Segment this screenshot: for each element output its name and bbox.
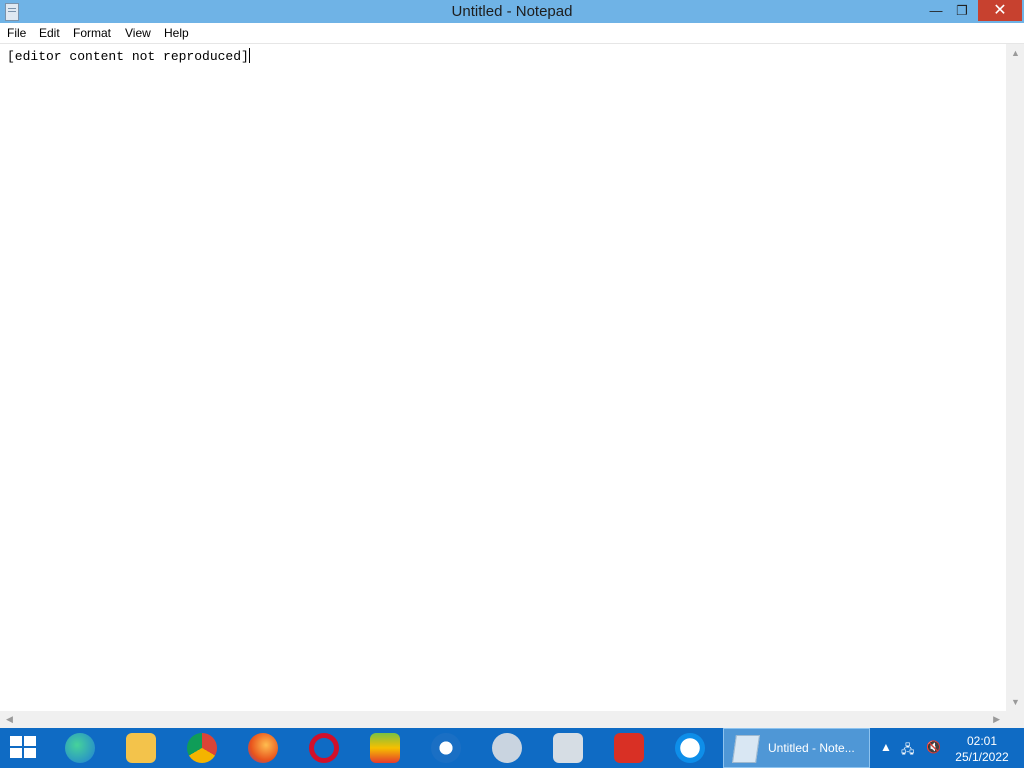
menu-bar: File Edit Format View Help	[0, 23, 1024, 44]
thunderbird-icon[interactable]	[431, 733, 461, 763]
chrome-icon[interactable]	[187, 733, 217, 763]
menu-format[interactable]: Format	[73, 26, 111, 40]
opera-icon[interactable]	[309, 733, 339, 763]
bluestacks-icon[interactable]	[370, 733, 400, 763]
editor-line-placeholder: [editor content not reproduced]	[7, 48, 250, 64]
file-explorer-icon[interactable]	[126, 733, 156, 763]
volume-muted-icon[interactable]: 🔇	[926, 740, 941, 754]
task-label: Untitled - Note...	[768, 741, 855, 755]
teamviewer-icon[interactable]	[675, 733, 705, 763]
title-bar[interactable]: Untitled - Notepad — ❐ ✕	[0, 0, 1024, 23]
window-title: Untitled - Notepad	[451, 3, 573, 20]
text-editor-area[interactable]: [editor content not reproduced]	[0, 44, 1006, 711]
notepad-window: Untitled - Notepad — ❐ ✕ File Edit Forma…	[0, 0, 1024, 728]
menu-view[interactable]: View	[125, 26, 151, 40]
scroll-left-arrow-icon[interactable]: ◀	[6, 714, 13, 725]
size-grip[interactable]	[1006, 711, 1024, 728]
clock-time: 02:01	[966, 734, 998, 748]
notepad-task-icon	[732, 735, 760, 763]
menu-edit[interactable]: Edit	[39, 26, 60, 40]
horizontal-scrollbar[interactable]: ◀ ▶	[0, 711, 1006, 728]
network-icon[interactable]: 🖧	[901, 740, 914, 761]
scroll-up-arrow-icon[interactable]: ▲	[1011, 48, 1020, 58]
scroll-down-arrow-icon[interactable]: ▼	[1011, 697, 1020, 707]
menu-help[interactable]: Help	[164, 26, 189, 40]
start-icon[interactable]	[10, 736, 38, 760]
network-sniffer-icon[interactable]	[492, 733, 522, 763]
text-caret	[248, 48, 250, 63]
clock-date: 25/1/2022	[955, 750, 1009, 764]
restore-button[interactable]: ❐	[948, 0, 976, 21]
menu-file[interactable]: File	[7, 26, 26, 40]
edge-icon[interactable]	[65, 733, 95, 763]
firefox-icon[interactable]	[248, 733, 278, 763]
scroll-right-arrow-icon[interactable]: ▶	[993, 714, 1000, 725]
system-clock[interactable]: 02:01 25/1/2022	[942, 733, 1022, 765]
taskbar	[0, 728, 1024, 768]
taskbar-notepad-task[interactable]: Untitled - Note...	[723, 728, 870, 768]
wps-office-icon[interactable]	[614, 733, 644, 763]
close-button[interactable]: ✕	[978, 0, 1022, 21]
vertical-scrollbar[interactable]: ▲ ▼	[1006, 44, 1024, 711]
minimize-button[interactable]: —	[922, 0, 950, 21]
show-hidden-icons-arrow-icon[interactable]: ▲	[880, 740, 892, 754]
system-monitor-icon[interactable]	[553, 733, 583, 763]
